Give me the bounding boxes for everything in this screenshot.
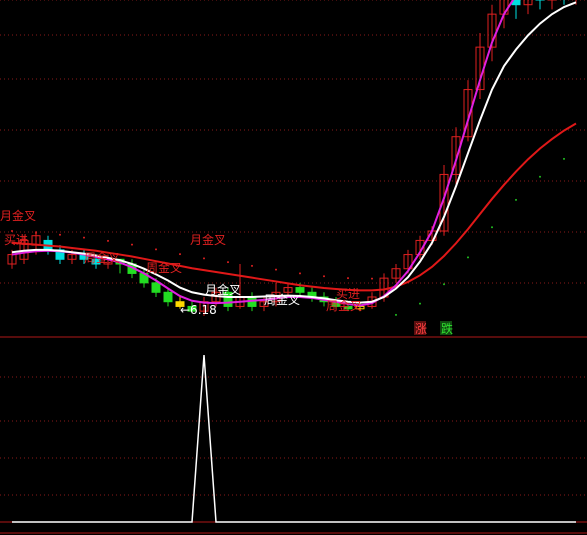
annotation-month-golden-cross-3: 月金叉 <box>205 282 241 297</box>
sar-dot <box>323 275 325 278</box>
sar-dot <box>179 253 181 256</box>
sar-dot <box>467 256 469 259</box>
sar-dot <box>347 277 349 280</box>
sar-dot <box>11 230 13 232</box>
candle-body <box>151 282 161 293</box>
annotation-week-golden-cross-2: 周金叉 <box>146 260 182 275</box>
sar-dot <box>395 313 397 316</box>
annotation-week-golden-cross-1: 周金叉 <box>84 250 120 265</box>
sar-dot <box>275 268 277 271</box>
sar-dot <box>515 198 517 201</box>
sar-dot <box>251 264 253 267</box>
candle-body <box>295 287 305 293</box>
sar-dot <box>155 248 157 251</box>
sar-dot <box>491 226 493 229</box>
sar-dot <box>539 175 541 178</box>
annotation-buy-1: 买进 <box>4 233 28 247</box>
sar-dot <box>563 157 565 160</box>
annotation-month-golden-cross-2: 月金叉 <box>190 232 226 247</box>
sar-dot <box>227 261 229 264</box>
sar-dot <box>419 302 421 305</box>
chart-background <box>0 0 587 535</box>
annotation-week-golden-cross-3: 周金叉 <box>264 292 300 307</box>
sar-dot <box>371 277 373 280</box>
sar-dot <box>131 243 133 246</box>
legend-down-label: 跌 <box>441 321 453 336</box>
sar-dot <box>83 236 85 239</box>
annotation-month-golden-cross-1: 月金叉 <box>0 208 36 223</box>
annotation-week-golden-cross-4: 周金叉 <box>326 298 362 313</box>
chart-canvas: 月金叉 买进 月金叉 周金叉 周金叉 月金叉 周金叉 买进 周金叉 ←6.18 … <box>0 0 587 535</box>
legend-up-label: 涨 <box>415 321 427 336</box>
sar-dot <box>443 283 445 286</box>
sar-dot <box>299 272 301 275</box>
candle-body <box>163 291 173 303</box>
low-price-label: ←6.18 <box>180 303 217 317</box>
sar-dot <box>203 257 205 260</box>
sar-dot <box>59 233 61 236</box>
sar-dot <box>107 239 109 242</box>
